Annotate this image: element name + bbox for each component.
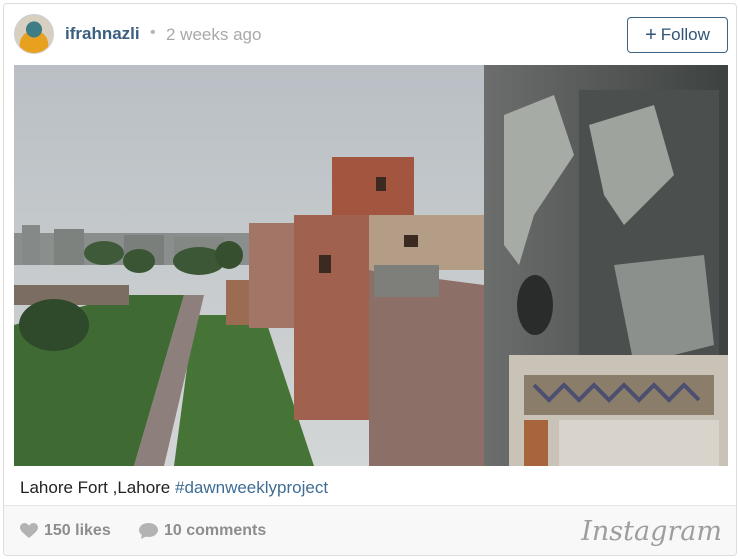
plus-icon: +: [645, 24, 657, 46]
caption-text: Lahore Fort ,Lahore: [20, 478, 175, 497]
post-photo[interactable]: [14, 65, 728, 466]
likes-label: 150 likes: [44, 522, 111, 539]
post-card: ifrahnazli • 2 weeks ago + Follow Lahore…: [3, 3, 737, 556]
post-footer: 150 likes 10 comments Instagram: [4, 505, 736, 555]
speech-bubble-icon: [139, 523, 158, 539]
follow-button[interactable]: + Follow: [627, 17, 728, 53]
separator-dot: •: [150, 24, 156, 41]
post-caption: Lahore Fort ,Lahore #dawnweeklyproject: [20, 478, 328, 498]
likes-count[interactable]: 150 likes: [20, 522, 111, 540]
instagram-logo[interactable]: Instagram: [581, 516, 722, 547]
comments-count[interactable]: 10 comments: [139, 522, 266, 540]
post-header: ifrahnazli • 2 weeks ago + Follow: [4, 4, 736, 66]
comments-label: 10 comments: [164, 522, 267, 539]
follow-label: Follow: [660, 25, 710, 44]
heart-icon: [20, 523, 38, 538]
username-link[interactable]: ifrahnazli: [65, 24, 140, 44]
post-timestamp[interactable]: 2 weeks ago: [166, 25, 261, 45]
hashtag-link[interactable]: #dawnweeklyproject: [175, 478, 328, 497]
photo-image: [14, 65, 728, 466]
avatar[interactable]: [14, 14, 54, 54]
